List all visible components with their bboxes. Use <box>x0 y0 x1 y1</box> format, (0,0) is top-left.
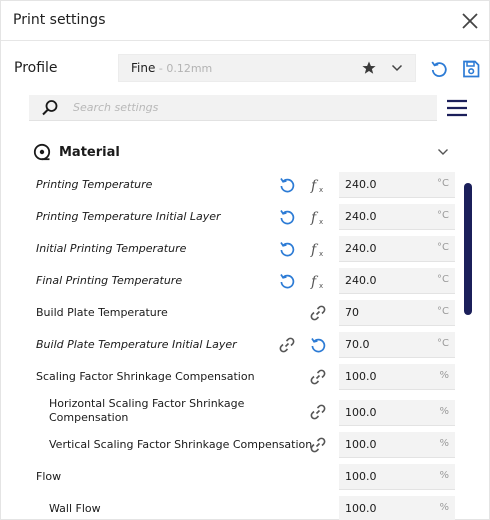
reset-icon[interactable] <box>278 240 296 258</box>
setting-label: Scaling Factor Shrinkage Compensation <box>36 370 255 383</box>
percent-input[interactable]: 100.0% <box>339 364 455 390</box>
link-icon <box>310 437 326 453</box>
setting-row: Build Plate Temperature 70 °C <box>1 298 471 328</box>
hamburger-menu-icon[interactable] <box>446 98 468 118</box>
setting-label: Initial Printing Temperature <box>36 242 187 255</box>
profile-layer-height: - 0.12mm <box>155 62 213 75</box>
temperature-input[interactable]: 240.0 °C <box>339 204 455 230</box>
svg-text:f: f <box>310 210 319 226</box>
star-icon[interactable] <box>361 60 377 76</box>
setting-row: Flow 100.0% <box>1 462 471 492</box>
material-icon <box>33 143 51 161</box>
setting-row: Vertical Scaling Factor Shrinkage Compen… <box>1 430 471 460</box>
window-title: Print settings <box>13 12 106 28</box>
setting-unit: % <box>439 502 449 513</box>
profile-label: Profile <box>14 60 58 76</box>
setting-label: Horizontal Scaling Factor Shrinkage Comp… <box>49 397 245 424</box>
setting-row: Printing Temperature fx 240.0 °C <box>1 170 471 200</box>
setting-row: Scaling Factor Shrinkage Compensation 10… <box>1 362 471 392</box>
reset-icon[interactable] <box>278 176 296 194</box>
setting-row: Initial Printing Temperature fx 240.0 °C <box>1 234 471 264</box>
setting-row: Build Plate Temperature Initial Layer 70… <box>1 330 471 360</box>
temperature-input[interactable]: 240.0 °C <box>339 236 455 262</box>
svg-text:x: x <box>319 250 323 258</box>
setting-unit: % <box>439 438 449 449</box>
setting-label: Final Printing Temperature <box>36 274 183 287</box>
setting-unit: °C <box>437 306 449 317</box>
setting-unit: °C <box>437 274 449 285</box>
profile-dropdown[interactable]: Fine - 0.12mm <box>118 54 416 82</box>
setting-label: Printing Temperature Initial Layer <box>36 210 221 223</box>
setting-value: 70.0 <box>345 338 370 351</box>
function-icon[interactable]: fx <box>309 272 327 290</box>
setting-label: Flow <box>36 470 62 483</box>
temperature-input[interactable]: 70.0 °C <box>339 332 455 358</box>
svg-text:x: x <box>319 282 323 290</box>
link-icon <box>310 404 326 420</box>
svg-text:x: x <box>319 218 323 226</box>
reset-icon[interactable] <box>278 272 296 290</box>
setting-value: 240.0 <box>345 178 377 191</box>
profile-name-text: Fine <box>131 61 156 75</box>
setting-row: Final Printing Temperature fx 240.0 °C <box>1 266 471 296</box>
setting-row: Horizontal Scaling Factor Shrinkage Comp… <box>1 394 471 430</box>
percent-input[interactable]: 100.0% <box>339 496 455 520</box>
setting-value: 100.0 <box>345 470 377 483</box>
svg-text:x: x <box>319 186 323 194</box>
setting-value: 100.0 <box>345 370 377 383</box>
scrollbar-thumb[interactable] <box>464 183 472 315</box>
reset-profile-icon[interactable] <box>429 59 449 79</box>
print-settings-window: Print settings Profile Fine - 0.12mm Sea… <box>0 0 490 520</box>
svg-text:f: f <box>310 242 319 258</box>
setting-label: Build Plate Temperature <box>36 306 168 319</box>
save-icon[interactable] <box>461 59 481 79</box>
close-icon[interactable] <box>459 10 481 32</box>
setting-label: Vertical Scaling Factor Shrinkage Compen… <box>49 438 313 451</box>
setting-value: 240.0 <box>345 210 377 223</box>
setting-label: Wall Flow <box>49 502 101 515</box>
search-icon <box>42 100 58 116</box>
setting-value: 100.0 <box>345 406 377 419</box>
setting-value: 100.0 <box>345 438 377 451</box>
link-icon <box>310 305 326 321</box>
title-bar: Print settings <box>1 1 490 41</box>
function-icon[interactable]: fx <box>309 176 327 194</box>
setting-unit: °C <box>437 338 449 349</box>
function-icon[interactable]: fx <box>309 208 327 226</box>
setting-unit: °C <box>437 178 449 189</box>
material-section-header[interactable]: Material <box>29 139 455 165</box>
setting-unit: °C <box>437 242 449 253</box>
reset-icon[interactable] <box>309 336 327 354</box>
setting-value: 240.0 <box>345 274 377 287</box>
temperature-input[interactable]: 240.0 °C <box>339 172 455 198</box>
chevron-down-icon <box>391 64 403 72</box>
profile-name: Fine - 0.12mm <box>131 61 212 75</box>
svg-text:f: f <box>310 178 319 194</box>
setting-unit: °C <box>437 210 449 221</box>
temperature-input[interactable]: 240.0 °C <box>339 268 455 294</box>
setting-unit: % <box>439 370 449 381</box>
function-icon[interactable]: fx <box>309 240 327 258</box>
link-icon <box>279 337 295 353</box>
reset-icon[interactable] <box>278 208 296 226</box>
setting-label: Printing Temperature <box>36 178 153 191</box>
percent-input[interactable]: 100.0% <box>339 464 455 490</box>
setting-value: 240.0 <box>345 242 377 255</box>
setting-row: Printing Temperature Initial Layer fx 24… <box>1 202 471 232</box>
svg-text:f: f <box>310 274 319 290</box>
percent-input[interactable]: 100.0% <box>339 432 455 458</box>
setting-label: Build Plate Temperature Initial Layer <box>36 338 237 351</box>
setting-unit: % <box>439 470 449 481</box>
setting-value: 100.0 <box>345 502 377 515</box>
temperature-input[interactable]: 70 °C <box>339 300 455 326</box>
link-icon <box>310 369 326 385</box>
section-title: Material <box>59 145 120 160</box>
search-placeholder: Search settings <box>73 101 159 114</box>
setting-unit: % <box>439 406 449 417</box>
search-input[interactable]: Search settings <box>29 95 437 121</box>
setting-value: 70 <box>345 306 359 319</box>
chevron-down-icon[interactable] <box>437 148 449 156</box>
setting-row: Wall Flow 100.0% <box>1 494 471 520</box>
percent-input[interactable]: 100.0% <box>339 400 455 426</box>
